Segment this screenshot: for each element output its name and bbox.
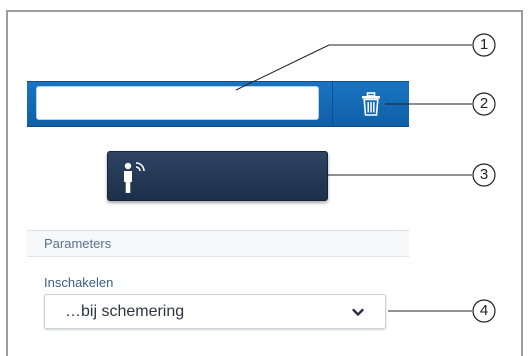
callout-2: 2 <box>472 92 496 116</box>
callout-3: 3 <box>472 163 496 187</box>
callout-1: 1 <box>472 33 496 57</box>
callout-leader-lines <box>235 44 472 312</box>
callout-4: 4 <box>472 299 496 323</box>
